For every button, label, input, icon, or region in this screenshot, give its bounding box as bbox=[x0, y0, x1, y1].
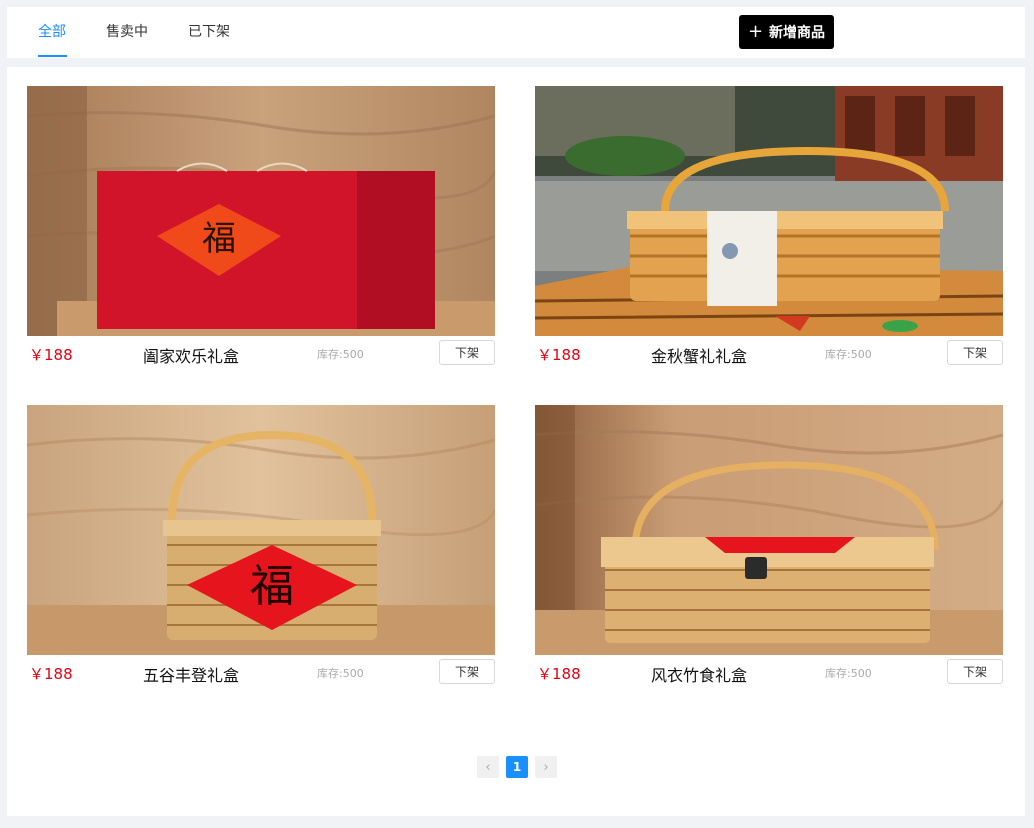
product-stock: 库存:500 bbox=[825, 348, 872, 361]
product-price: ￥188 bbox=[29, 346, 73, 364]
product-name: 金秋蟹礼礼盒 bbox=[651, 347, 748, 366]
product-name: 风衣竹食礼盒 bbox=[651, 666, 748, 685]
product-card: ￥188 风衣竹食礼盒 库存:500 下架 bbox=[535, 405, 1003, 695]
tab-on-sale[interactable]: 售卖中 bbox=[106, 7, 148, 58]
product-stock: 库存:500 bbox=[317, 667, 364, 680]
product-grid: 福 ￥188 阖家欢乐礼盒 库存:500 下架 ￥188 金秋蟹礼礼盒 库存:5… bbox=[7, 67, 1025, 816]
product-card: 福 ￥188 阖家欢乐礼盒 库存:500 下架 bbox=[27, 86, 495, 376]
product-card: ￥188 金秋蟹礼礼盒 库存:500 下架 bbox=[535, 86, 1003, 376]
product-image-bamboo-hamper[interactable] bbox=[535, 405, 1003, 655]
product-stock: 库存:500 bbox=[825, 667, 872, 680]
svg-text:福: 福 bbox=[250, 561, 294, 612]
delist-button[interactable]: 下架 bbox=[947, 340, 1003, 365]
product-image-fu-basket[interactable]: 福 bbox=[27, 405, 495, 655]
tab-delisted[interactable]: 已下架 bbox=[188, 7, 230, 58]
product-name: 五谷丰登礼盒 bbox=[143, 666, 240, 685]
product-image-gift-bag[interactable]: 福 bbox=[27, 86, 495, 336]
pagination: ‹ 1 › bbox=[477, 756, 557, 778]
product-stock: 库存:500 bbox=[317, 348, 364, 361]
plus-icon: + bbox=[747, 21, 764, 42]
svg-text:福: 福 bbox=[202, 219, 236, 259]
next-page-button[interactable]: › bbox=[535, 756, 557, 778]
page-1-button[interactable]: 1 bbox=[506, 756, 528, 778]
add-product-label: 新增商品 bbox=[769, 25, 826, 41]
product-price: ￥188 bbox=[537, 346, 581, 364]
product-card: 福 ￥188 五谷丰登礼盒 库存:500 下架 bbox=[27, 405, 495, 695]
product-price: ￥188 bbox=[537, 665, 581, 683]
product-image-crab-basket[interactable] bbox=[535, 86, 1003, 336]
product-price: ￥188 bbox=[29, 665, 73, 683]
tab-all[interactable]: 全部 bbox=[38, 7, 67, 58]
prev-page-button[interactable]: ‹ bbox=[477, 756, 499, 778]
add-product-button[interactable]: + 新增商品 bbox=[739, 15, 834, 49]
product-name: 阖家欢乐礼盒 bbox=[143, 347, 240, 366]
delist-button[interactable]: 下架 bbox=[439, 340, 495, 365]
delist-button[interactable]: 下架 bbox=[947, 659, 1003, 684]
delist-button[interactable]: 下架 bbox=[439, 659, 495, 684]
tab-bar: 全部 售卖中 已下架 + 新增商品 bbox=[7, 7, 1025, 58]
